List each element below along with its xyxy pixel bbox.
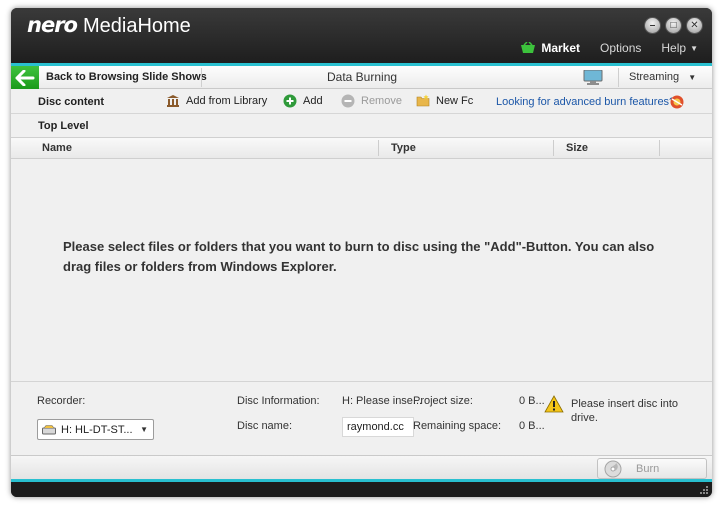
- nav-divider: [618, 68, 619, 87]
- recorder-value: H: HL-DT-ST...: [61, 423, 133, 436]
- minus-icon: [341, 94, 355, 108]
- top-menu: Market Options Help ▼: [500, 41, 698, 55]
- recorder-select[interactable]: H: HL-DT-ST... ▼: [37, 419, 154, 440]
- maximize-button[interactable]: □: [665, 17, 682, 34]
- column-header-size[interactable]: Size: [566, 138, 588, 158]
- recorder-label: Recorder:: [37, 395, 86, 407]
- burn-button[interactable]: Burn: [597, 458, 707, 479]
- disc-name-label: Disc name:: [237, 420, 293, 432]
- chevron-down-icon: ▼: [688, 73, 697, 82]
- new-folder-icon: [416, 94, 430, 107]
- burn-label: Burn: [636, 462, 660, 475]
- back-link[interactable]: Back to Browsing Slide Shows: [46, 71, 207, 83]
- plus-icon: [283, 94, 297, 108]
- disc-content-toolbar: Disc content Add from Library Add Remove…: [11, 90, 712, 114]
- remove-button[interactable]: Remove: [341, 94, 402, 108]
- resize-grip-icon[interactable]: [699, 485, 709, 495]
- streaming-dropdown[interactable]: Streaming ▼: [629, 71, 696, 83]
- empty-list-message: Please select files or folders that you …: [63, 239, 655, 274]
- close-button[interactable]: ✕: [686, 17, 703, 34]
- navigation-bar: Back to Browsing Slide Shows Data Burnin…: [11, 66, 712, 89]
- title-bar: nero MediaHome – □ ✕ Market Options Help…: [11, 8, 712, 63]
- insert-disc-warning: Please insert disc into drive.: [571, 398, 678, 424]
- remaining-space-value: 0 B...: [519, 420, 545, 432]
- disc-drive-icon: [42, 424, 56, 434]
- add-label: Add: [303, 95, 323, 107]
- file-list[interactable]: Please select files or folders that you …: [11, 159, 712, 381]
- add-from-library-label: Add from Library: [186, 95, 268, 107]
- warning-icon: [544, 395, 564, 413]
- market-label: Market: [541, 41, 581, 55]
- help-menu[interactable]: Help ▼: [661, 41, 698, 55]
- disc-content-label: Disc content: [38, 96, 105, 108]
- column-divider[interactable]: [659, 140, 660, 156]
- burn-disc-icon: [604, 460, 622, 477]
- app-window: nero MediaHome – □ ✕ Market Options Help…: [11, 8, 712, 497]
- remaining-space-label: Remaining space:: [413, 420, 502, 432]
- breadcrumb-top-level: Top Level: [38, 120, 89, 132]
- disc-info-label: Disc Information:: [237, 395, 320, 407]
- library-icon: [167, 95, 179, 107]
- column-divider[interactable]: [378, 140, 379, 156]
- column-header-name[interactable]: Name: [42, 138, 72, 158]
- column-divider[interactable]: [553, 140, 554, 156]
- add-button[interactable]: Add: [283, 94, 323, 108]
- brand-logo-text: nero: [27, 13, 78, 37]
- project-size-label: Project size:: [413, 395, 473, 407]
- action-bar: Burn: [11, 455, 712, 479]
- nero-help-icon[interactable]: [670, 95, 684, 109]
- accent-line-bottom: [11, 479, 712, 482]
- minimize-button[interactable]: –: [644, 17, 661, 34]
- app-name: MediaHome: [82, 15, 191, 37]
- add-from-library-button[interactable]: Add from Library: [166, 94, 267, 108]
- page-title: Data Burning: [327, 70, 398, 84]
- app-logo: nero MediaHome: [27, 13, 191, 39]
- basket-icon: [521, 42, 536, 53]
- new-folder-button[interactable]: New Fc: [416, 94, 473, 108]
- new-folder-label: New Fc: [436, 95, 474, 107]
- nav-divider: [201, 68, 202, 87]
- main-content: Back to Browsing Slide Shows Data Burnin…: [11, 66, 712, 479]
- monitor-icon[interactable]: [583, 70, 603, 85]
- market-menu[interactable]: Market: [520, 41, 580, 55]
- disc-info-value: H: Please inse...: [342, 395, 423, 407]
- back-button[interactable]: [11, 66, 39, 89]
- file-list-header: Name Type Size: [11, 137, 712, 159]
- remove-label: Remove: [361, 95, 402, 107]
- window-controls: – □ ✕: [644, 17, 703, 34]
- streaming-label: Streaming: [629, 71, 680, 83]
- bottom-strip: [11, 479, 712, 497]
- chevron-down-icon: ▼: [140, 425, 148, 434]
- advanced-burn-link[interactable]: Looking for advanced burn features?: [496, 96, 675, 108]
- chevron-down-icon: ▼: [690, 43, 698, 53]
- column-header-type[interactable]: Type: [391, 138, 416, 158]
- arrow-left-icon: [15, 69, 35, 86]
- disc-name-input[interactable]: [342, 417, 414, 437]
- help-label: Help: [661, 41, 687, 55]
- project-size-value: 0 B...: [519, 395, 545, 407]
- disc-info-panel: Recorder: H: HL-DT-ST... ▼ Disc Informat…: [11, 381, 712, 455]
- options-menu[interactable]: Options: [600, 41, 641, 55]
